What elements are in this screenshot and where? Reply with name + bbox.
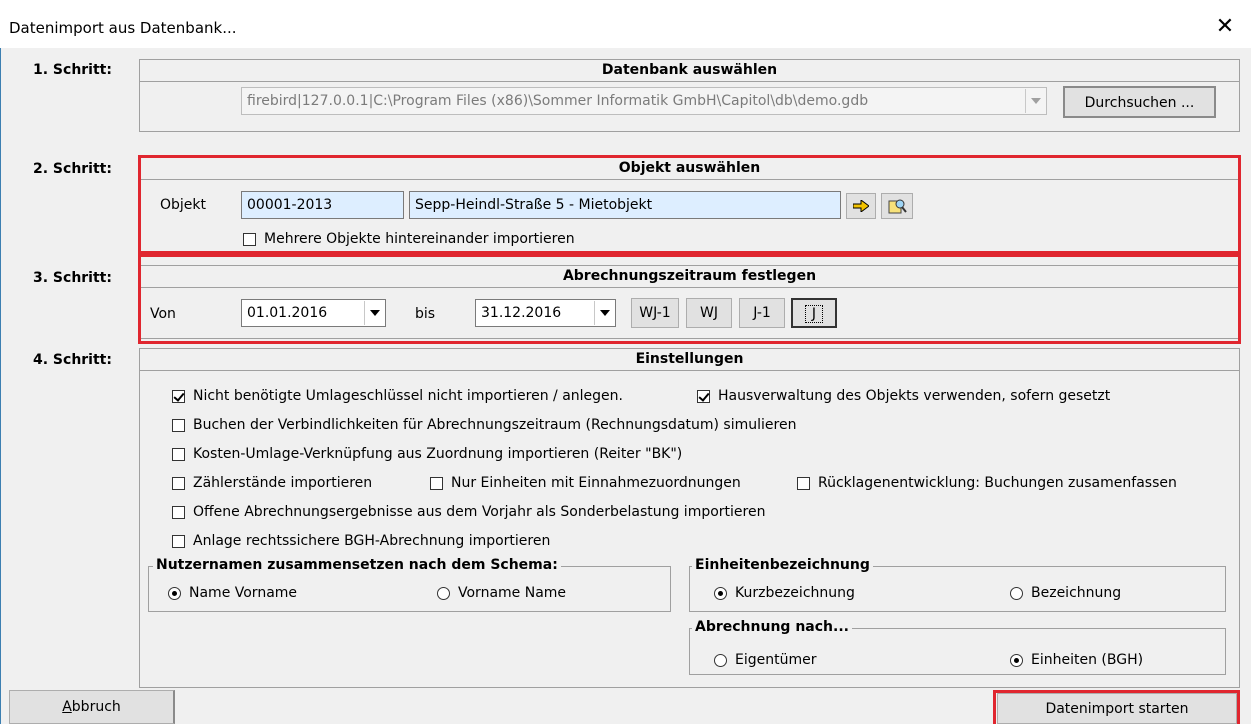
open-results-label: Offene Abrechnungsergebnisse aus dem Vor…: [193, 504, 766, 520]
meter-readings-checkbox[interactable]: [172, 476, 185, 490]
chevron-down-icon[interactable]: [594, 301, 614, 325]
bgh-billing-checkbox[interactable]: [172, 534, 185, 548]
user-name-schema-title: Nutzernamen zusammensetzen nach dem Sche…: [153, 557, 561, 573]
radio-full-name-button[interactable]: [1010, 586, 1023, 600]
j-button[interactable]: J: [791, 298, 837, 328]
radio-full-name-label: Bezeichnung: [1031, 585, 1122, 601]
close-icon[interactable]: ✕: [1210, 13, 1240, 41]
cost-allocation-checkbox[interactable]: [172, 447, 185, 461]
cancel-button-accel: A: [62, 699, 72, 715]
step-1-label: 1. Schritt:: [33, 62, 112, 78]
option-cost-allocation[interactable]: Kosten-Umlage-Verknüpfung aus Zuordnung …: [172, 446, 682, 462]
start-import-button[interactable]: Datenimport starten: [997, 693, 1237, 724]
radio-name-first-button[interactable]: [168, 586, 181, 600]
cost-allocation-label: Kosten-Umlage-Verknüpfung aus Zuordnung …: [193, 446, 683, 462]
from-date-picker[interactable]: 01.01.2016: [241, 299, 386, 327]
j-button-label: J: [804, 305, 824, 323]
wj-button[interactable]: WJ: [686, 298, 732, 328]
bgh-billing-label: Anlage rechtssichere BGH-Abrechnung impo…: [193, 533, 551, 549]
simulate-liabilities-label: Buchen der Verbindlichkeiten für Abrechn…: [193, 417, 797, 433]
browse-button[interactable]: Durchsuchen ...: [1063, 86, 1216, 118]
cancel-button[interactable]: Abbruch: [9, 690, 175, 724]
radio-name-first[interactable]: Name Vorname: [168, 585, 297, 601]
income-units-label: Nur Einheiten mit Einnahmezuordnungen: [451, 475, 741, 491]
radio-first-name-button[interactable]: [437, 586, 450, 600]
billing-title: Abrechnung nach...: [692, 619, 852, 635]
radio-owner[interactable]: Eigentümer: [714, 652, 816, 668]
object-name-field[interactable]: Sepp-Heindl-Straße 5 - Mietobjekt: [409, 191, 841, 219]
reserve-development-label: Rücklagenentwicklung: Buchungen zusamenf…: [818, 475, 1177, 491]
multi-object-label: Mehrere Objekte hintereinander importier…: [264, 231, 575, 247]
radio-owner-label: Eigentümer: [735, 652, 817, 668]
radio-short-name-label: Kurzbezeichnung: [735, 585, 855, 601]
wj-minus-1-button[interactable]: WJ-1: [631, 298, 679, 328]
radio-units-bgh-button[interactable]: [1010, 653, 1023, 667]
option-simulate-liabilities[interactable]: Buchen der Verbindlichkeiten für Abrechn…: [172, 417, 796, 433]
radio-units-bgh-label: Einheiten (BGH): [1031, 652, 1144, 668]
option-bgh-billing[interactable]: Anlage rechtssichere BGH-Abrechnung impo…: [172, 533, 550, 549]
to-label: bis: [415, 306, 436, 322]
period-header: Abrechnungszeitraum festlegen: [140, 266, 1239, 288]
skip-keys-checkbox[interactable]: [172, 389, 185, 403]
database-path: firebird|127.0.0.1|C:\Program Files (x86…: [247, 93, 869, 109]
step-4-label: 4. Schritt:: [33, 352, 112, 368]
option-skip-keys[interactable]: Nicht benötigte Umlageschlüssel nicht im…: [172, 388, 623, 404]
lookup-icon[interactable]: [881, 193, 913, 219]
object-label: Objekt: [160, 197, 207, 213]
radio-full-name[interactable]: Bezeichnung: [1010, 585, 1121, 601]
radio-units-bgh[interactable]: Einheiten (BGH): [1010, 652, 1143, 668]
window-title: Datenimport aus Datenbank...: [9, 19, 237, 37]
meter-readings-label: Zählerstände importieren: [193, 475, 373, 491]
radio-first-name[interactable]: Vorname Name: [437, 585, 566, 601]
database-header: Datenbank auswählen: [140, 60, 1239, 82]
database-combo[interactable]: firebird|127.0.0.1|C:\Program Files (x86…: [241, 87, 1047, 115]
reserve-development-checkbox[interactable]: [797, 476, 810, 490]
object-id-field[interactable]: 00001-2013: [241, 191, 404, 219]
from-date-value: 01.01.2016: [247, 305, 328, 321]
step-3-label: 3. Schritt:: [33, 270, 112, 286]
open-results-checkbox[interactable]: [172, 505, 185, 519]
option-income-units[interactable]: Nur Einheiten mit Einnahmezuordnungen: [430, 475, 741, 491]
option-meter-readings[interactable]: Zählerstände importieren: [172, 475, 372, 491]
option-reserve-development[interactable]: Rücklagenentwicklung: Buchungen zusamenf…: [797, 475, 1177, 491]
radio-first-name-label: Vorname Name: [458, 585, 567, 601]
radio-owner-button[interactable]: [714, 653, 727, 667]
option-open-results[interactable]: Offene Abrechnungsergebnisse aus dem Vor…: [172, 504, 765, 520]
settings-header: Einstellungen: [140, 349, 1239, 371]
multi-object-checkbox[interactable]: [243, 232, 256, 246]
cancel-button-label: bbruch: [71, 699, 121, 715]
from-label: Von: [150, 306, 176, 322]
property-management-label: Hausverwaltung des Objekts verwenden, so…: [718, 388, 1111, 404]
arrow-right-icon[interactable]: [846, 193, 876, 219]
to-date-value: 31.12.2016: [481, 305, 562, 321]
skip-keys-label: Nicht benötigte Umlageschlüssel nicht im…: [193, 388, 623, 404]
object-header: Objekt auswählen: [140, 158, 1239, 180]
income-units-checkbox[interactable]: [430, 476, 443, 490]
unit-names-title: Einheitenbezeichnung: [692, 557, 873, 573]
step-2-label: 2. Schritt:: [33, 161, 112, 177]
radio-short-name-button[interactable]: [714, 586, 727, 600]
to-date-picker[interactable]: 31.12.2016: [475, 299, 616, 327]
property-management-checkbox[interactable]: [697, 389, 710, 403]
j-minus-1-button[interactable]: J-1: [739, 298, 785, 328]
simulate-liabilities-checkbox[interactable]: [172, 418, 185, 432]
radio-short-name[interactable]: Kurzbezeichnung: [714, 585, 855, 601]
option-property-management[interactable]: Hausverwaltung des Objekts verwenden, so…: [697, 388, 1110, 404]
multi-object-option[interactable]: Mehrere Objekte hintereinander importier…: [243, 231, 575, 247]
radio-name-first-label: Name Vorname: [189, 585, 298, 601]
chevron-down-icon[interactable]: [364, 301, 384, 325]
chevron-down-icon[interactable]: [1025, 89, 1045, 113]
